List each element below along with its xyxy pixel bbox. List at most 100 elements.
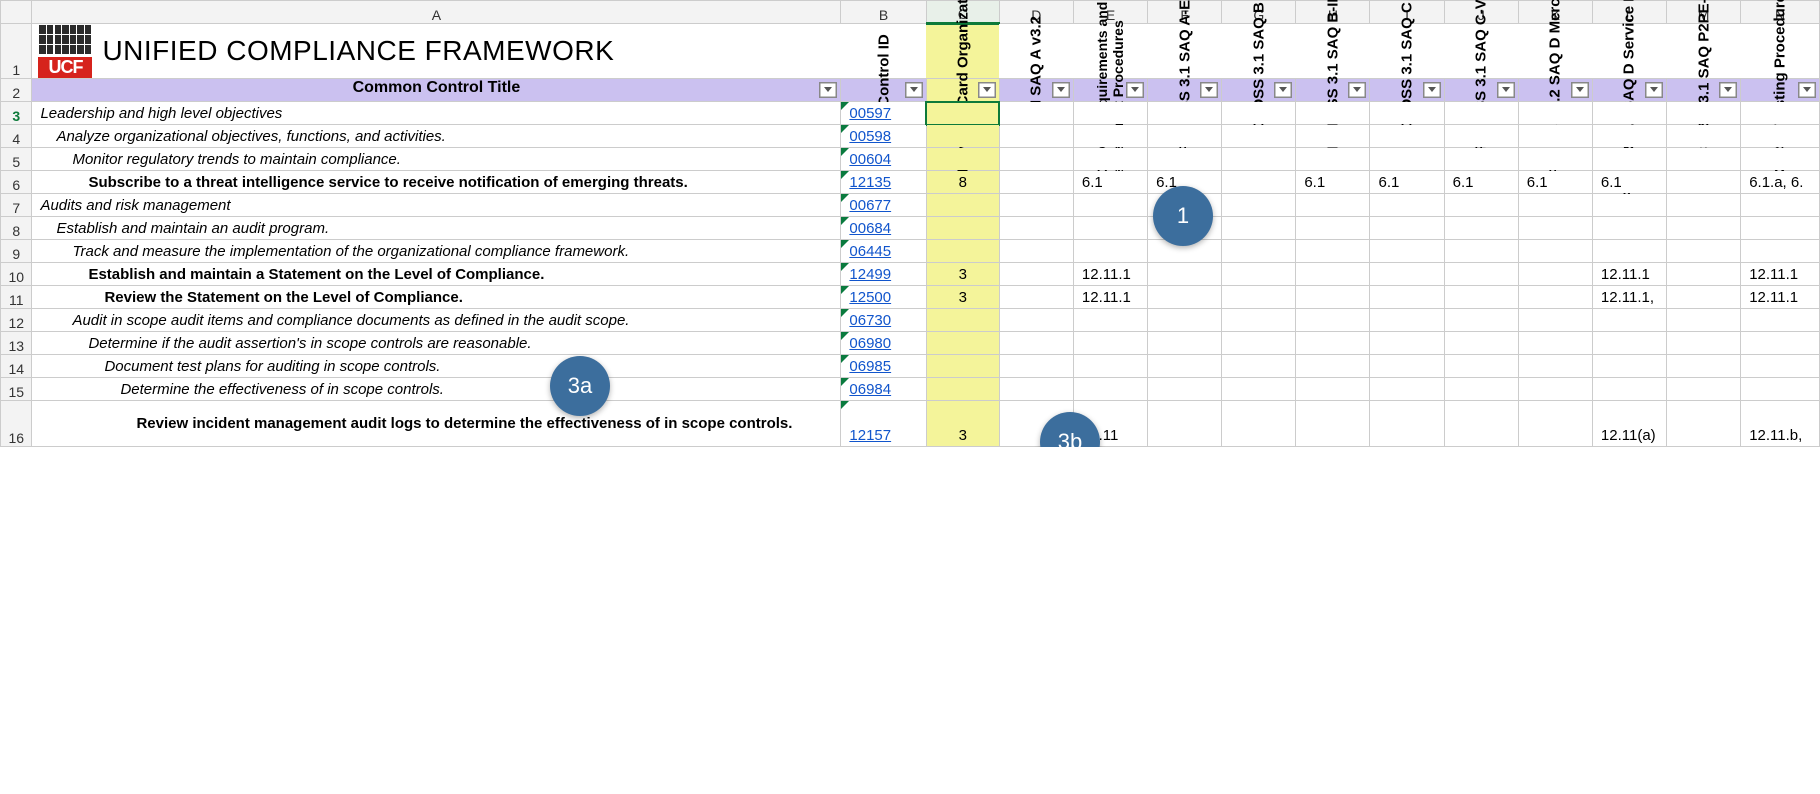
filter-icon[interactable] [1497,82,1515,98]
row-header[interactable]: 14 [1,355,32,378]
data-cell [1519,125,1592,147]
filter-icon[interactable] [819,82,837,98]
data-cell [1222,263,1295,285]
data-cell [1593,355,1666,377]
row-header[interactable]: 10 [1,263,32,286]
control-id-link[interactable]: 00677 [849,197,891,214]
control-title: Establish and maintain a Statement on th… [32,263,840,285]
column-header[interactable]: A [32,1,841,24]
filter-icon[interactable] [1052,82,1070,98]
control-id-link[interactable]: 12135 [849,174,891,191]
data-cell [1519,102,1592,124]
control-id-link[interactable]: 00598 [849,128,891,145]
row-header[interactable]: 7 [1,194,32,217]
filter-icon[interactable] [1571,82,1589,98]
data-cell [1296,309,1369,331]
row-header[interactable]: 11 [1,286,32,309]
data-cell [1148,263,1221,285]
row-header[interactable]: 6 [1,171,32,194]
data-cell [1370,194,1443,216]
filter-icon[interactable] [1126,82,1144,98]
control-id-link[interactable]: 12500 [849,289,891,306]
control-id-link[interactable]: 06980 [849,335,891,352]
data-cell [1296,378,1369,400]
control-id-link[interactable]: 06984 [849,381,891,398]
data-cell [1296,148,1369,170]
data-cell [1074,217,1147,239]
payment-card-count [927,309,999,331]
data-cell [1148,332,1221,354]
data-cell [1593,378,1666,400]
data-cell [1741,194,1819,216]
data-cell [1296,263,1369,285]
data-cell [1222,401,1295,446]
column-header[interactable]: B [841,1,926,24]
data-cell [1074,194,1147,216]
data-cell [1519,240,1592,262]
filter-icon[interactable] [1274,82,1292,98]
row-header[interactable]: 4 [1,125,32,148]
data-cell [1222,217,1295,239]
row-header[interactable]: 16 [1,401,32,447]
data-cell [1222,194,1295,216]
data-cell [1370,401,1443,446]
row-header[interactable]: 12 [1,309,32,332]
data-cell [1667,378,1740,400]
control-id-link[interactable]: 06985 [849,358,891,375]
data-cell [1148,378,1221,400]
control-id-link[interactable]: 00604 [849,151,891,168]
data-cell [1148,355,1221,377]
filter-icon[interactable] [1645,82,1663,98]
filter-icon[interactable] [1719,82,1737,98]
data-cell: 6.1 [1074,171,1147,193]
data-cell: 12.11.1, [1593,286,1666,308]
control-id-link[interactable]: 12499 [849,266,891,283]
data-cell [1148,309,1221,331]
data-cell [1370,286,1443,308]
data-cell [1667,217,1740,239]
data-cell: 12.11.1 [1593,263,1666,285]
spreadsheet-grid[interactable]: ABCDEFGHIJKLMN 1 UCF UNIFIED COMPLIANCE … [0,0,1820,447]
data-cell [1667,148,1740,170]
row-header[interactable]: 8 [1,217,32,240]
row-header[interactable]: 5 [1,148,32,171]
payment-card-count: 3 [927,263,999,285]
control-id-link[interactable]: 00597 [849,105,891,122]
control-title: Establish and maintain an audit program. [32,217,840,239]
data-cell [1593,125,1666,147]
select-all-corner[interactable] [1,1,32,24]
row-header[interactable]: 3 [1,102,32,125]
data-cell [1741,240,1819,262]
data-cell [1222,125,1295,147]
row-header[interactable]: 9 [1,240,32,263]
control-id-link[interactable]: 06730 [849,312,891,329]
data-cell [1519,378,1592,400]
row-header[interactable]: 13 [1,332,32,355]
data-cell [1741,217,1819,239]
control-id-link[interactable]: 12157 [849,427,891,444]
data-cell [1074,355,1147,377]
data-cell [1074,102,1147,124]
filter-icon[interactable] [1798,82,1816,98]
data-cell [1074,332,1147,354]
data-cell: 6.1 [1296,171,1369,193]
data-cell [1593,332,1666,354]
filter-icon[interactable] [1348,82,1366,98]
ucf-logo: UCF [38,24,92,78]
control-id-link[interactable]: 06445 [849,243,891,260]
control-title: Review incident management audit logs to… [32,401,840,446]
data-cell [1222,309,1295,331]
filter-icon[interactable] [905,82,923,98]
data-cell [1000,401,1073,446]
data-cell [1000,102,1073,124]
row-header[interactable]: 15 [1,378,32,401]
filter-icon[interactable] [1200,82,1218,98]
row-header-1[interactable]: 1 [1,24,32,79]
filter-icon[interactable] [1423,82,1441,98]
row-header-2[interactable]: 2 [1,79,32,102]
data-cell [1222,171,1295,193]
data-cell [1370,355,1443,377]
filter-icon[interactable] [978,82,996,98]
data-cell [1667,263,1740,285]
control-id-link[interactable]: 00684 [849,220,891,237]
